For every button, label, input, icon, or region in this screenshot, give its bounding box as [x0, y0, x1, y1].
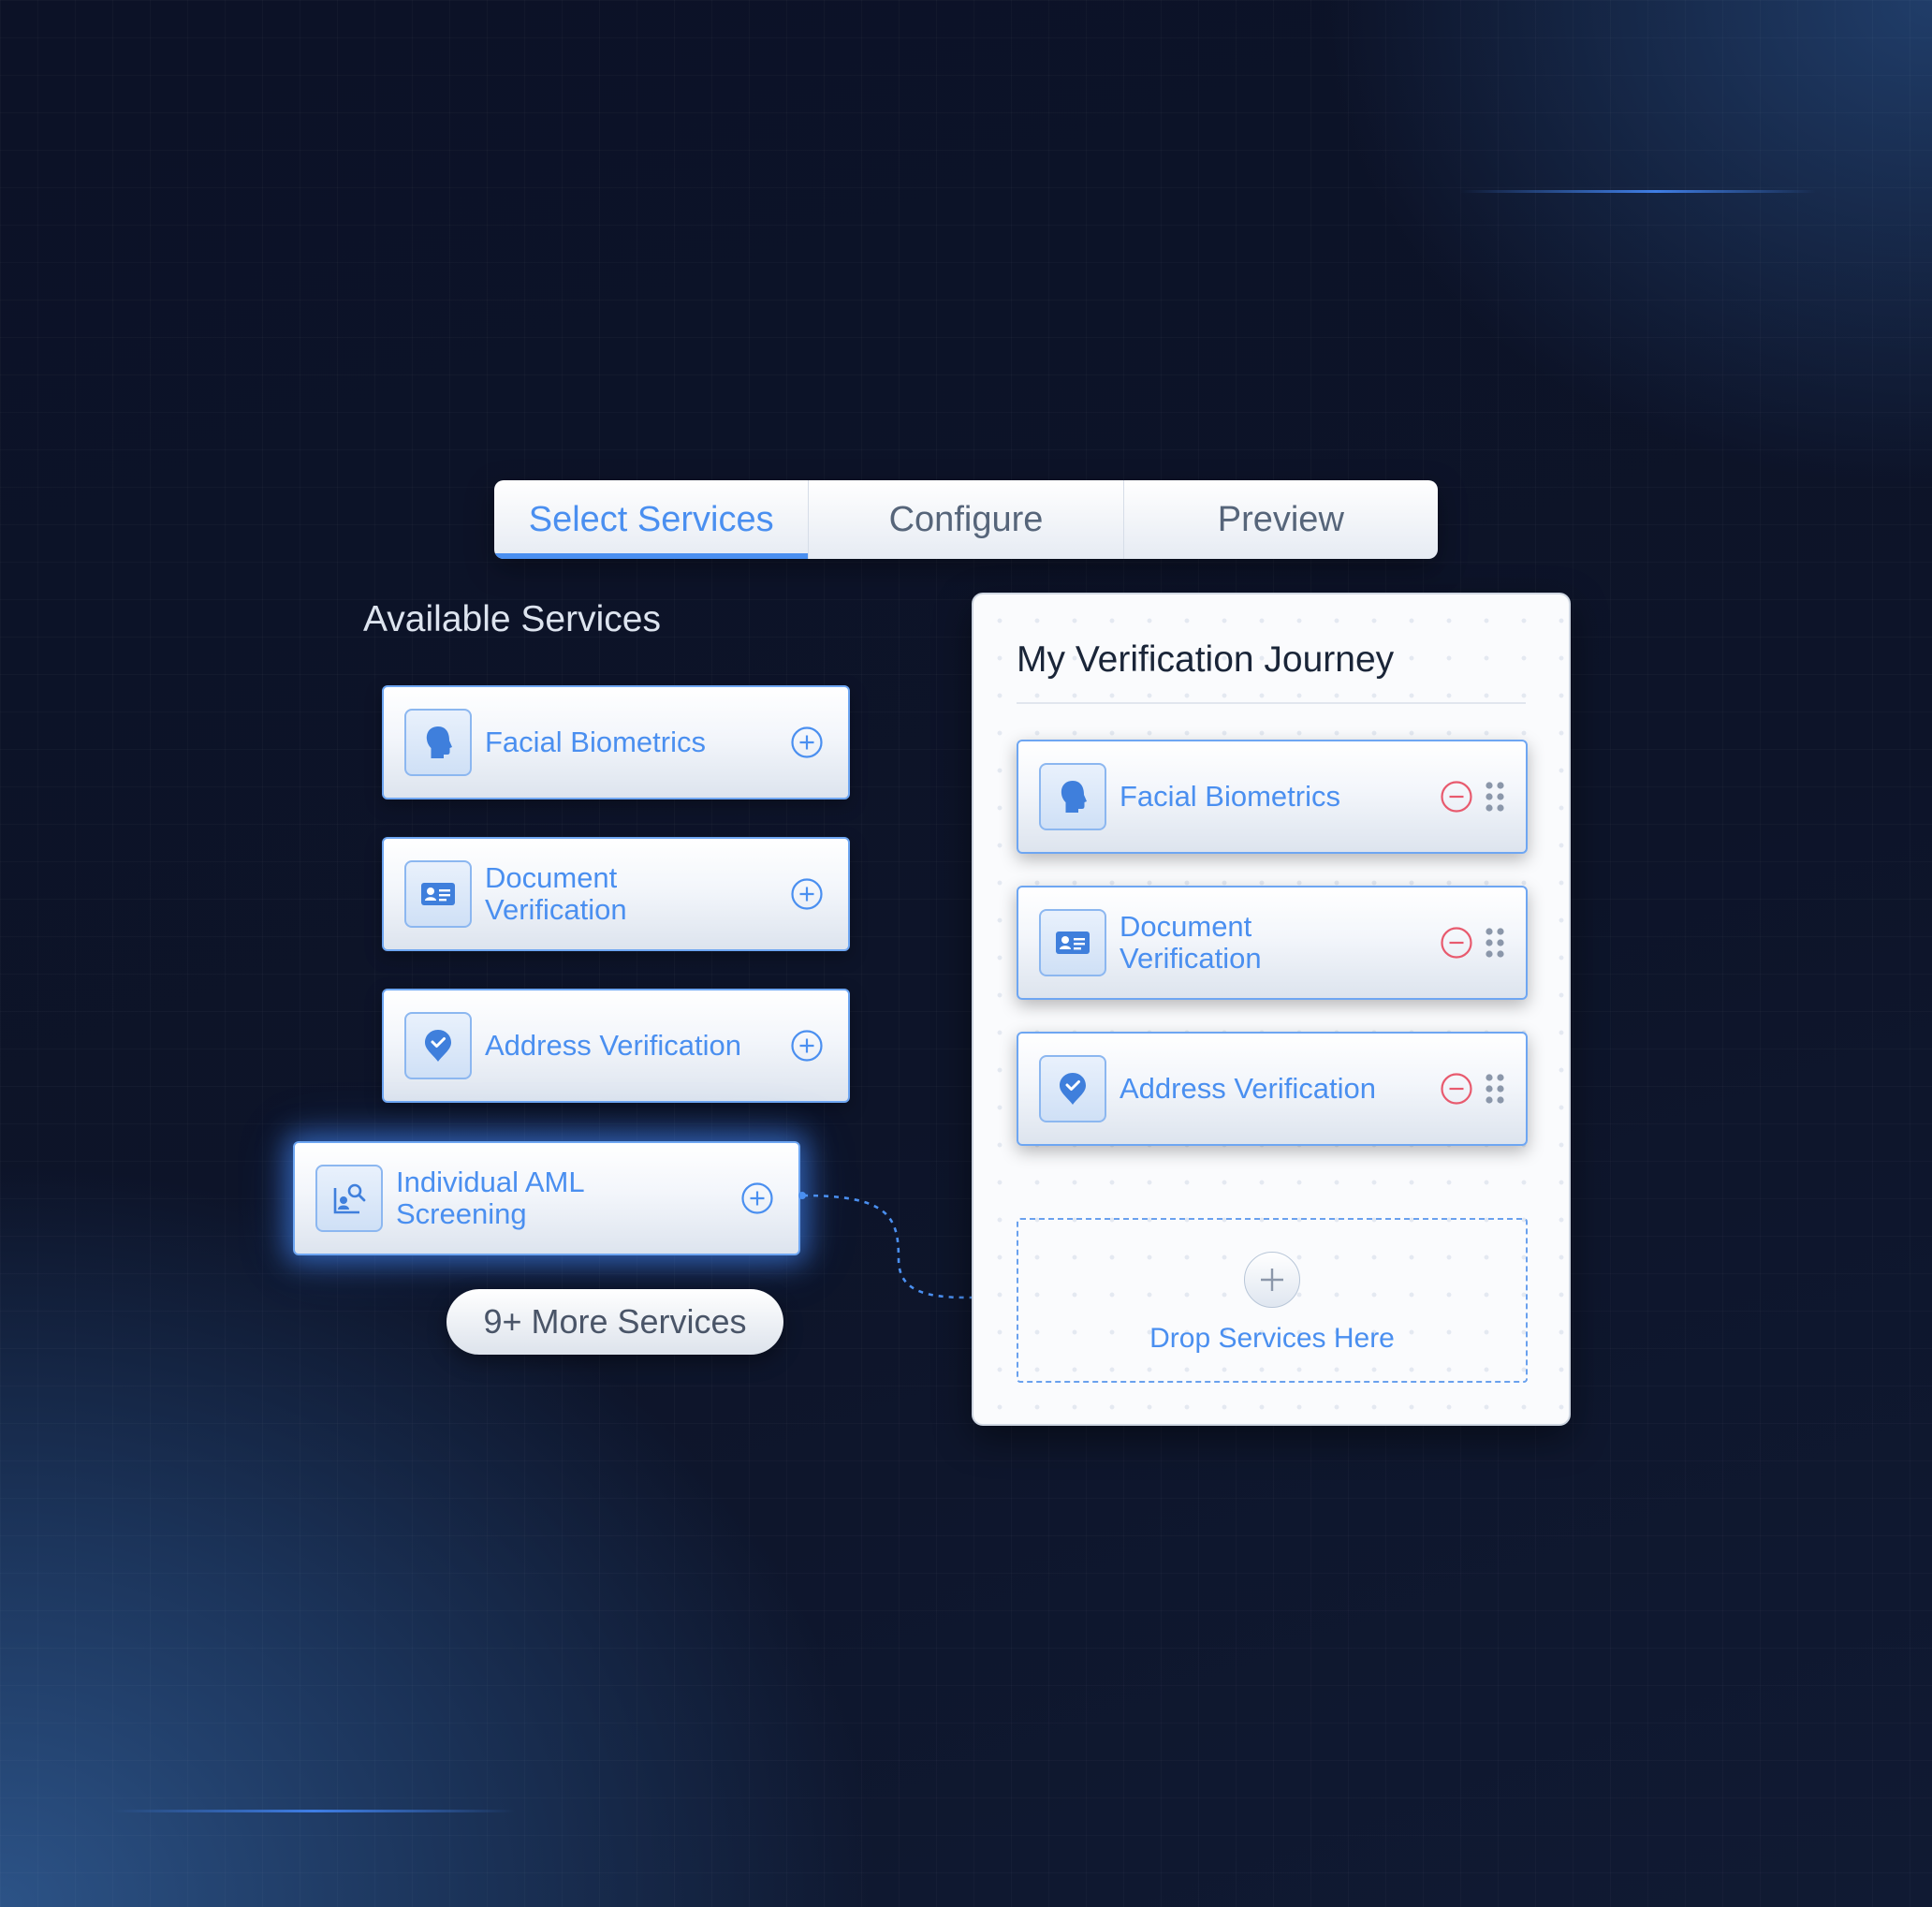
drag-handle-icon[interactable]	[1485, 927, 1505, 959]
plus-icon	[1244, 1252, 1300, 1308]
step-label: Facial Biometrics	[1120, 780, 1340, 813]
tab-select-services[interactable]: Select Services	[494, 480, 810, 559]
drag-handle-icon[interactable]	[1485, 781, 1505, 813]
face-icon	[1039, 763, 1106, 830]
step-label: Document Verification	[1120, 910, 1262, 975]
stepper-tabs: Select Services Configure Preview	[494, 480, 1438, 559]
remove-step-button[interactable]	[1440, 926, 1473, 960]
remove-step-button[interactable]	[1440, 780, 1473, 814]
verification-journey-panel: My Verification Journey Facial Biometric…	[972, 593, 1571, 1426]
background-grid	[0, 0, 1932, 1907]
add-service-button[interactable]	[790, 877, 824, 911]
service-card-facial-biometrics[interactable]: Facial Biometrics	[382, 685, 850, 799]
journey-title: My Verification Journey	[1017, 639, 1395, 680]
service-card-document-verification[interactable]: Document Verification	[382, 837, 850, 951]
location-pin-icon	[404, 1012, 472, 1079]
journey-step-facial-biometrics[interactable]: Facial Biometrics	[1017, 740, 1528, 854]
divider	[1017, 702, 1526, 704]
service-label: Document Verification	[485, 861, 627, 926]
id-card-icon	[404, 860, 472, 928]
decorative-glow-line	[112, 1810, 515, 1812]
remove-step-button[interactable]	[1440, 1072, 1473, 1106]
service-card-address-verification[interactable]: Address Verification	[382, 989, 850, 1103]
service-label: Address Verification	[485, 1029, 741, 1062]
location-pin-icon	[1039, 1055, 1106, 1122]
add-service-button[interactable]	[740, 1181, 774, 1215]
step-label: Address Verification	[1120, 1072, 1376, 1105]
service-label: Facial Biometrics	[485, 726, 706, 758]
drag-handle-icon[interactable]	[1485, 1073, 1505, 1105]
more-services-button[interactable]: 9+ More Services	[446, 1289, 783, 1355]
id-card-icon	[1039, 909, 1106, 976]
drop-zone[interactable]: Drop Services Here	[1017, 1218, 1528, 1383]
tab-preview[interactable]: Preview	[1124, 480, 1438, 559]
journey-step-document-verification[interactable]: Document Verification	[1017, 886, 1528, 1000]
service-card-individual-aml-screening[interactable]: Individual AML Screening	[293, 1141, 800, 1255]
person-search-icon	[315, 1165, 383, 1232]
journey-step-address-verification[interactable]: Address Verification	[1017, 1032, 1528, 1146]
available-services-heading: Available Services	[363, 599, 661, 639]
add-service-button[interactable]	[790, 726, 824, 759]
drop-zone-label: Drop Services Here	[1149, 1323, 1395, 1354]
service-label: Individual AML Screening	[396, 1166, 585, 1230]
decorative-glow-line	[1460, 190, 1816, 193]
face-icon	[404, 709, 472, 776]
add-service-button[interactable]	[790, 1029, 824, 1063]
tab-configure[interactable]: Configure	[809, 480, 1124, 559]
